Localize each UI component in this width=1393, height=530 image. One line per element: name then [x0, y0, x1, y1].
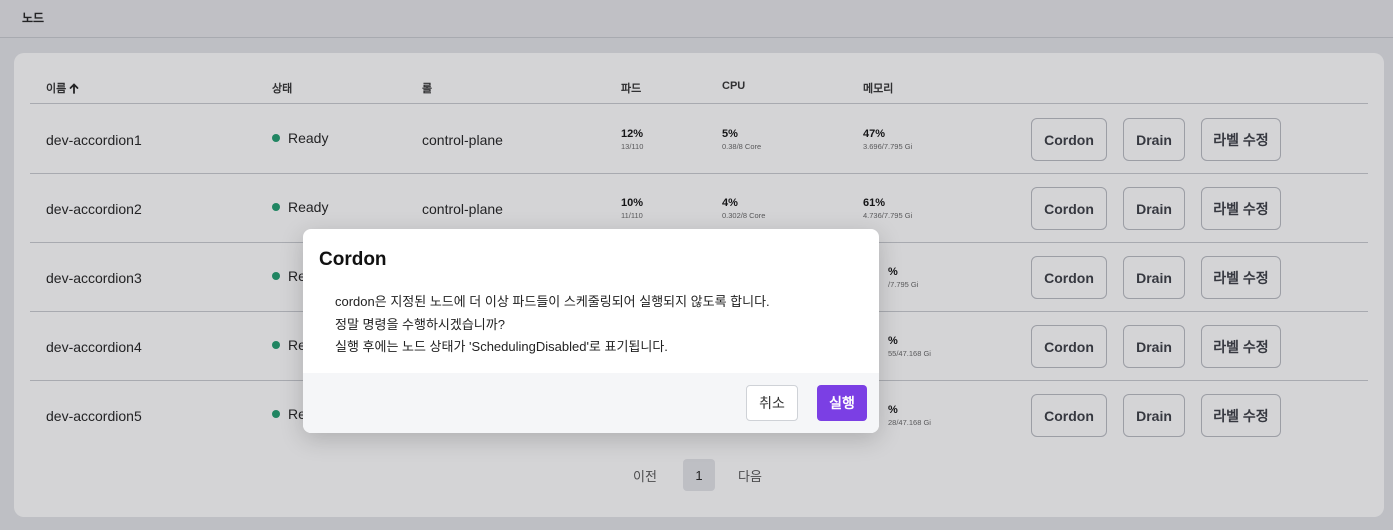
- dialog-title: Cordon: [319, 249, 387, 270]
- dialog-message-line: 실행 후에는 노드 상태가 'SchedulingDisabled'로 표기됩니…: [335, 339, 668, 354]
- cordon-dialog: Cordon cordon은 지정된 노드에 더 이상 파드들이 스케줄링되어 …: [303, 229, 879, 433]
- dialog-message-line: 정말 명령을 수행하시겠습니까?: [335, 316, 505, 332]
- confirm-button[interactable]: 실행: [817, 385, 867, 421]
- cancel-button[interactable]: 취소: [746, 385, 798, 421]
- dialog-body: cordon은 지정된 노드에 더 이상 파드들이 스케줄링되어 실행되지 않도…: [335, 291, 770, 359]
- dialog-message-line: cordon은 지정된 노드에 더 이상 파드들이 스케줄링되어 실행되지 않도…: [335, 294, 770, 309]
- dialog-footer: 취소 실행: [303, 373, 879, 433]
